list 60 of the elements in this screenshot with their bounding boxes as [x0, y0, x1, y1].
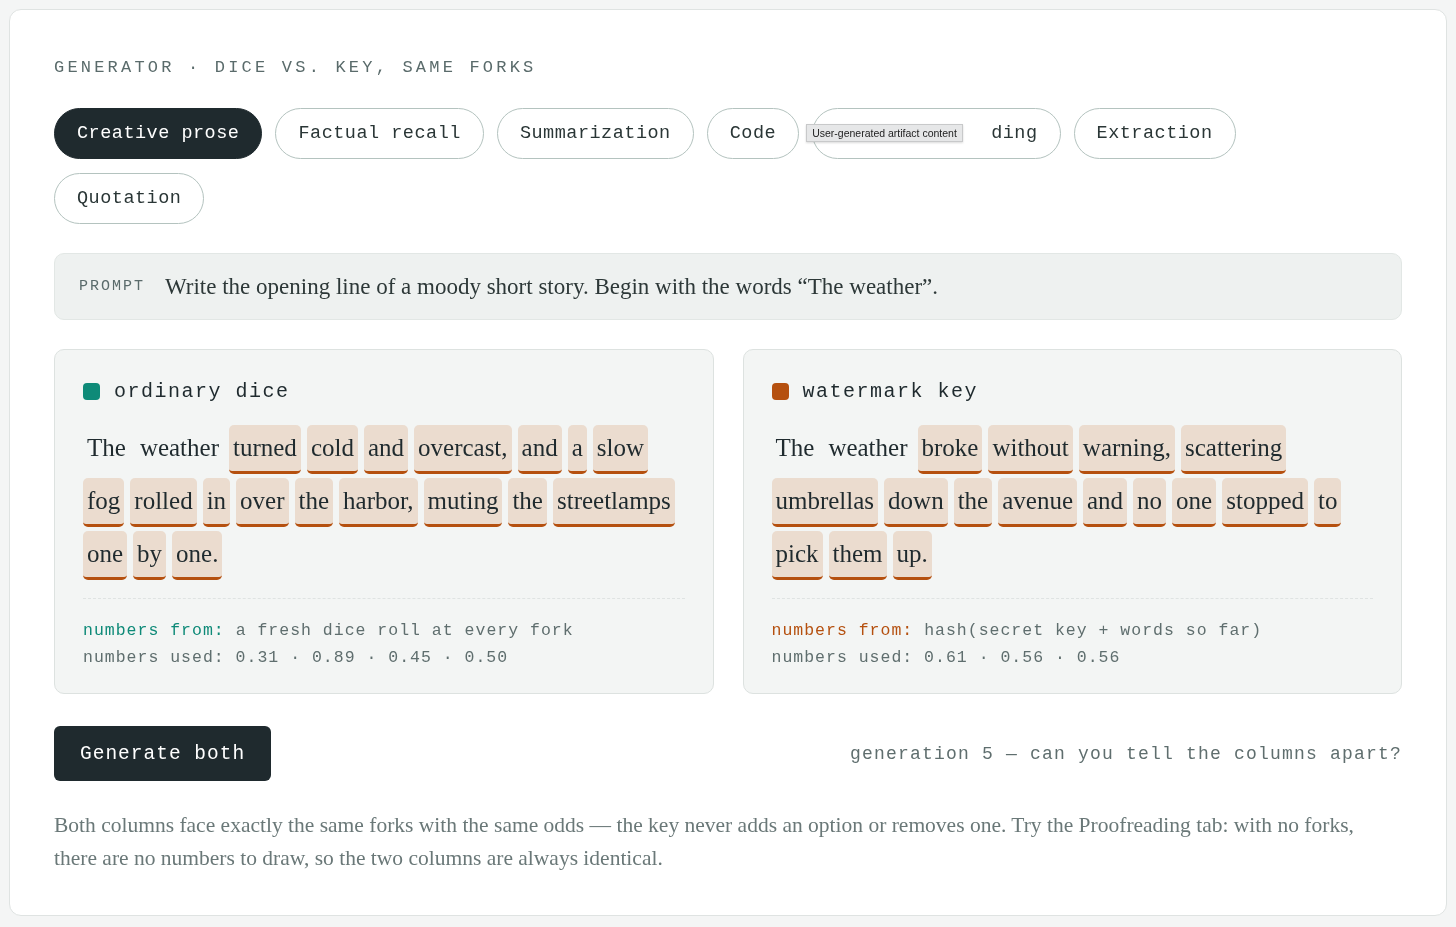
- word-chip: them: [828, 531, 887, 580]
- word-chip: warning,: [1078, 425, 1175, 474]
- word-chip: cold: [306, 425, 358, 474]
- word-chip: without: [988, 425, 1073, 474]
- tab[interactable]: Creative prose: [54, 108, 263, 159]
- prompt-text: Write the opening line of a moody short story. Begin with the words “The weather”.: [165, 273, 938, 300]
- word-chip: the: [508, 478, 547, 527]
- word-chip: and: [363, 425, 409, 474]
- tab[interactable]: Extraction: [1073, 108, 1236, 159]
- word-chip: and: [1083, 478, 1128, 527]
- word-chip: in: [202, 478, 231, 527]
- source-label: numbers from:: [771, 621, 914, 640]
- word-chip: up.: [892, 531, 932, 580]
- source-label: numbers from:: [83, 621, 225, 640]
- word-chip: a: [567, 425, 587, 474]
- word: weather: [138, 433, 220, 463]
- source-text: hash(secret key + words so far): [924, 621, 1263, 640]
- tab[interactable]: Factual recall: [275, 108, 484, 159]
- word: The: [86, 433, 127, 463]
- numbers-used: numbers used: 0.61 · 0.56 · 0.56: [771, 647, 1122, 669]
- panel-title: watermark key: [802, 380, 979, 403]
- source-text: a fresh dice roll at every fork: [235, 621, 574, 640]
- word-chip: avenue: [998, 478, 1077, 527]
- word-chip: stopped: [1222, 478, 1308, 527]
- word-chip: pick: [771, 531, 823, 580]
- word: weather: [827, 433, 909, 463]
- word-chip: over: [236, 478, 289, 527]
- word-chip: scattering: [1181, 425, 1287, 474]
- tab[interactable]: Summarization: [496, 108, 694, 159]
- word-chip: fog: [83, 478, 125, 527]
- word-chip: one: [1172, 478, 1217, 527]
- word-chip: harbor,: [339, 478, 418, 527]
- word-chip: overcast,: [414, 425, 512, 474]
- word-chip: streetlamps: [552, 478, 675, 527]
- tab[interactable]: Quotation: [54, 173, 205, 224]
- word-chip: slow: [592, 425, 649, 474]
- tooltip: User-generated artifact content: [806, 124, 963, 142]
- section-heading: GENERATOR · DICE VS. KEY, SAME FORKS: [54, 57, 538, 79]
- status-text: generation 5 — can you tell the columns apart?: [849, 743, 1402, 764]
- word-chip: umbrellas: [771, 478, 879, 527]
- word-chip: one: [83, 531, 128, 580]
- word-chip: broke: [917, 425, 983, 474]
- panel-title: ordinary dice: [114, 380, 290, 403]
- word-chip: and: [517, 425, 562, 474]
- word-chip: by: [133, 531, 167, 580]
- word-chip: down: [884, 478, 948, 527]
- prompt-label: PROMPT: [79, 278, 145, 295]
- word-chip: rolled: [130, 478, 197, 527]
- generate-button[interactable]: Generate both: [54, 726, 272, 781]
- word-chip: one.: [172, 531, 223, 580]
- word-chip: the: [294, 478, 334, 527]
- word-chip: turned: [229, 425, 301, 474]
- word-chip: no: [1133, 478, 1167, 527]
- word-chip: muting: [423, 478, 503, 527]
- numbers-used: numbers used: 0.31 · 0.89 · 0.45 · 0.50: [83, 647, 510, 669]
- explanation-text: Both columns face exactly the same forks with the same odds — the key never adds an option or removes one. Try the Proofreading tab: with no forks, there are no numbers to draw, so the two columns are always identical.: [54, 812, 1355, 872]
- word-chip: the: [953, 478, 993, 527]
- word-chip: to: [1314, 478, 1342, 527]
- tab[interactable]: Code: [706, 108, 800, 159]
- word: The: [774, 433, 816, 463]
